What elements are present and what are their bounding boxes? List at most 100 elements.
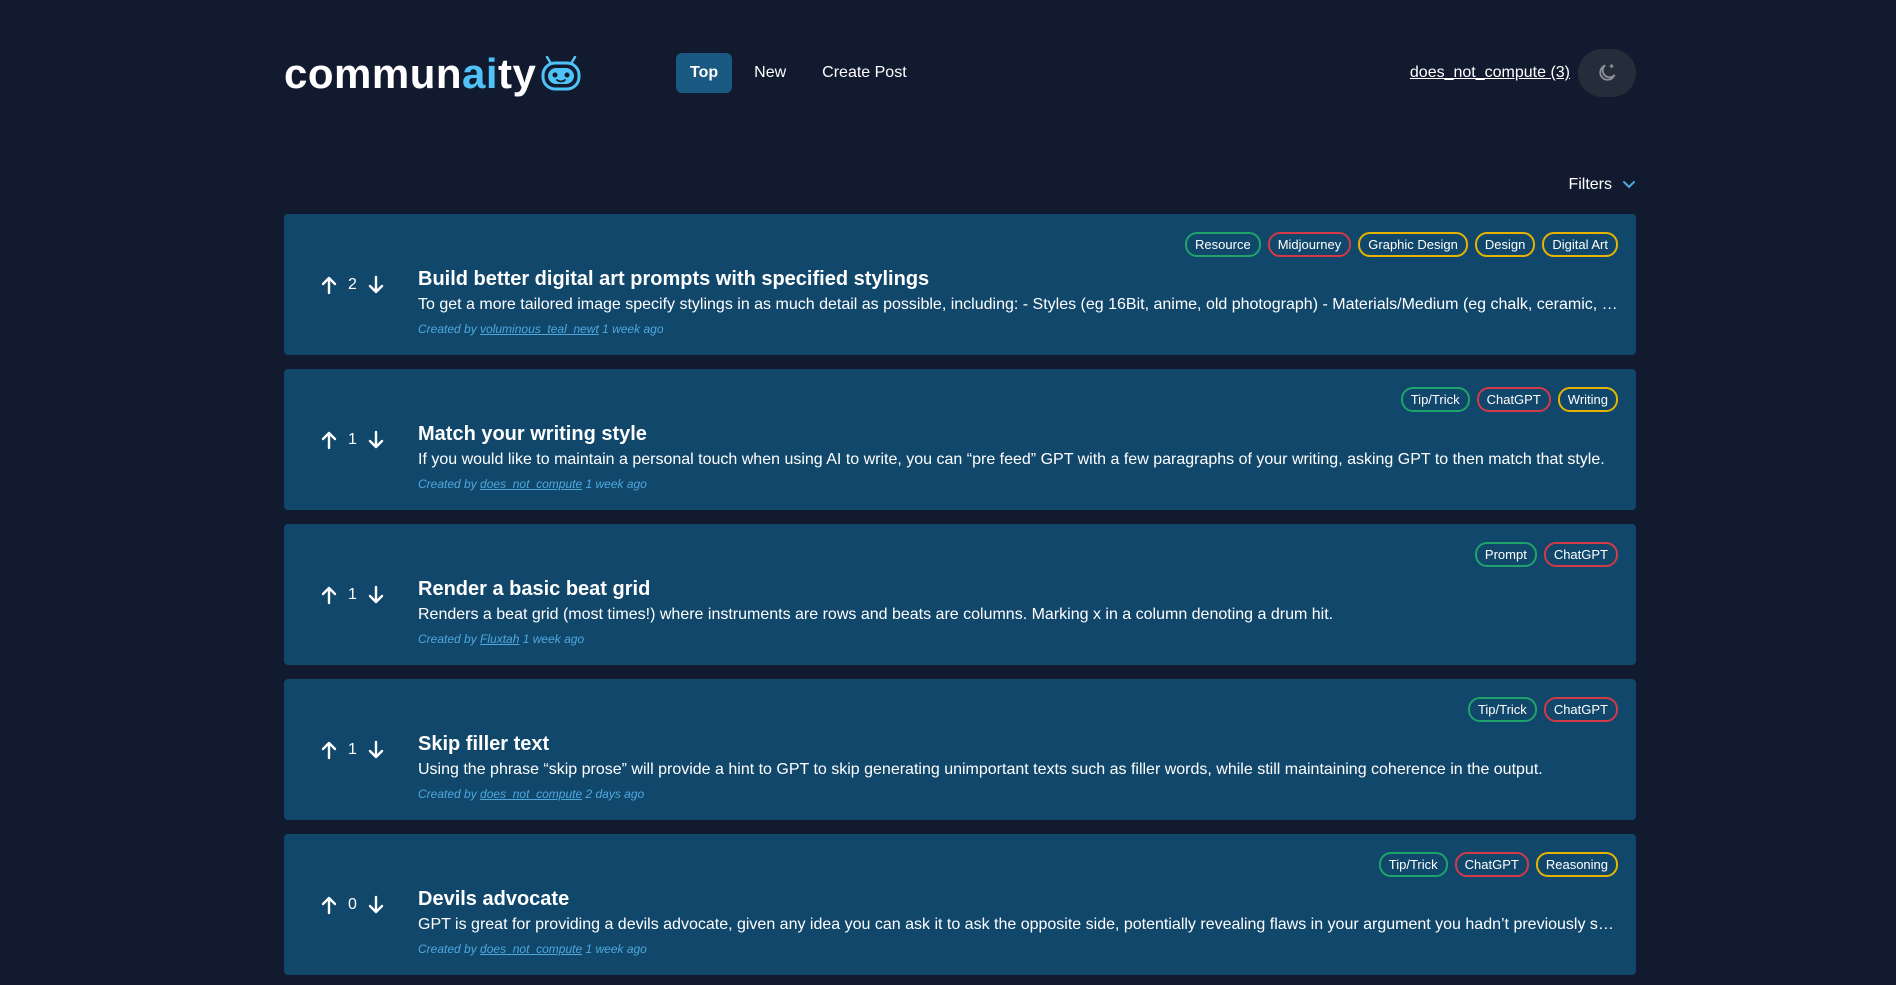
tag-badge[interactable]: Digital Art bbox=[1542, 232, 1618, 257]
tag-badge[interactable]: Reasoning bbox=[1535, 852, 1618, 877]
post-description: Using the phrase “skip prose” will provi… bbox=[418, 761, 1543, 778]
post-card[interactable]: 1 Tip/Trick ChatGPT Writing Match your wri… bbox=[284, 369, 1636, 510]
created-by-label: Created by bbox=[418, 787, 481, 801]
post-title[interactable]: Devils advocate bbox=[418, 888, 569, 911]
tag-badge[interactable]: ChatGPT bbox=[1543, 697, 1618, 722]
page: communaity Top New Create Post does_not_… bbox=[284, 0, 1636, 975]
logo-text: communaity bbox=[284, 50, 537, 97]
post-time: 1 week ago bbox=[602, 322, 664, 336]
upvote-button[interactable] bbox=[318, 273, 340, 297]
nav-create-post[interactable]: Create Post bbox=[808, 53, 920, 93]
arrow-up-icon bbox=[321, 431, 337, 449]
author-link[interactable]: does_not_compute bbox=[480, 787, 582, 801]
arrow-down-icon bbox=[368, 585, 384, 603]
post-title[interactable]: Skip filler text bbox=[418, 733, 549, 756]
upvote-button[interactable] bbox=[318, 583, 340, 607]
arrow-up-icon bbox=[321, 276, 337, 294]
post-title[interactable]: Render a basic beat grid bbox=[418, 578, 650, 601]
author-link[interactable]: does_not_compute bbox=[480, 477, 582, 491]
tag-badge[interactable]: Writing bbox=[1557, 387, 1618, 412]
tag-badge[interactable]: ChatGPT bbox=[1454, 852, 1529, 877]
filters-label: Filters bbox=[1568, 176, 1612, 193]
post-description: Renders a beat grid (most times!) where … bbox=[418, 606, 1334, 623]
main-nav: Top New Create Post bbox=[676, 53, 929, 93]
post-card[interactable]: 0 Tip/Trick ChatGPT Reasoning Devils advoc… bbox=[284, 834, 1636, 975]
tag-badge[interactable]: Graphic Design bbox=[1358, 232, 1468, 257]
arrow-down-icon bbox=[368, 430, 384, 448]
downvote-button[interactable] bbox=[365, 428, 387, 452]
arrow-up-icon bbox=[321, 896, 337, 914]
author-link[interactable]: Fluxtah bbox=[480, 632, 519, 646]
theme-toggle-button[interactable] bbox=[1578, 49, 1636, 97]
tag-list: Tip/Trick ChatGPT bbox=[1461, 697, 1618, 722]
tag-list: Tip/Trick ChatGPT Writing bbox=[1394, 387, 1618, 412]
downvote-button[interactable] bbox=[365, 273, 387, 297]
post-list: 2 Resource Midjourney Graphic Design Design… bbox=[284, 214, 1636, 985]
tag-badge[interactable]: Tip/Trick bbox=[1400, 387, 1470, 412]
header: communaity Top New Create Post does_not_… bbox=[284, 0, 1636, 150]
post-time: 1 week ago bbox=[585, 942, 647, 956]
tag-badge[interactable]: ChatGPT bbox=[1543, 542, 1618, 567]
created-by-label: Created by bbox=[418, 322, 481, 336]
post-card[interactable]: 1 Prompt ChatGPT Render a basic beat grid… bbox=[284, 524, 1636, 665]
vote-controls: 0 bbox=[318, 834, 387, 975]
tag-badge[interactable]: Midjourney bbox=[1267, 232, 1352, 257]
filters-toggle[interactable]: Filters bbox=[1568, 176, 1636, 194]
downvote-button[interactable] bbox=[365, 738, 387, 762]
post-card[interactable]: 2 Resource Midjourney Graphic Design Design… bbox=[284, 214, 1636, 355]
arrow-up-icon bbox=[321, 586, 337, 604]
vote-controls: 1 bbox=[318, 679, 387, 820]
arrow-down-icon bbox=[368, 740, 384, 758]
chevron-down-icon bbox=[1623, 181, 1635, 189]
created-by-label: Created by bbox=[418, 942, 481, 956]
nav-top[interactable]: Top bbox=[676, 53, 733, 93]
vote-controls: 1 bbox=[318, 524, 387, 665]
created-by-label: Created by bbox=[418, 477, 481, 491]
moon-icon bbox=[1599, 64, 1616, 81]
post-time: 1 week ago bbox=[585, 477, 647, 491]
post-description: If you would like to maintain a personal… bbox=[418, 451, 1605, 468]
arrow-down-icon bbox=[368, 895, 384, 913]
tag-badge[interactable]: ChatGPT bbox=[1476, 387, 1551, 412]
downvote-button[interactable] bbox=[365, 893, 387, 917]
tag-badge[interactable]: Prompt bbox=[1474, 542, 1537, 567]
post-meta: Created by does_not_compute 2 days ago bbox=[418, 787, 644, 801]
post-meta: Created by does_not_compute 1 week ago bbox=[418, 942, 647, 956]
created-by-label: Created by bbox=[418, 632, 481, 646]
user-profile-link[interactable]: does_not_compute (3) bbox=[1410, 64, 1570, 82]
post-meta: Created by Fluxtah 1 week ago bbox=[418, 632, 584, 646]
tag-list: Resource Midjourney Graphic Design Design Di… bbox=[1178, 232, 1618, 257]
tag-badge[interactable]: Resource bbox=[1185, 232, 1261, 257]
tag-list: Prompt ChatGPT bbox=[1468, 542, 1618, 567]
vote-count: 1 bbox=[348, 585, 357, 603]
post-time: 1 week ago bbox=[522, 632, 585, 646]
post-description: GPT is great for providing a devils advo… bbox=[418, 916, 1620, 933]
logo[interactable]: communaity bbox=[284, 50, 582, 98]
vote-count: 0 bbox=[348, 895, 357, 913]
post-meta: Created by voluminous_teal_newt 1 week a… bbox=[418, 322, 664, 336]
tag-badge[interactable]: Design bbox=[1474, 232, 1536, 257]
arrow-up-icon bbox=[321, 741, 337, 759]
robot-icon bbox=[541, 56, 581, 91]
post-title[interactable]: Match your writing style bbox=[418, 423, 647, 446]
post-time: 2 days ago bbox=[585, 787, 645, 801]
post-description: To get a more tailored image specify sty… bbox=[418, 296, 1620, 313]
tag-badge[interactable]: Tip/Trick bbox=[1467, 697, 1537, 722]
tag-badge[interactable]: Tip/Trick bbox=[1378, 852, 1448, 877]
upvote-button[interactable] bbox=[318, 738, 340, 762]
arrow-down-icon bbox=[368, 275, 384, 293]
tag-list: Tip/Trick ChatGPT Reasoning bbox=[1372, 852, 1618, 877]
vote-controls: 2 bbox=[318, 214, 387, 355]
vote-count: 2 bbox=[348, 275, 357, 293]
vote-controls: 1 bbox=[318, 369, 387, 510]
post-title[interactable]: Build better digital art prompts with sp… bbox=[418, 268, 929, 291]
author-link[interactable]: does_not_compute bbox=[480, 942, 582, 956]
upvote-button[interactable] bbox=[318, 893, 340, 917]
post-card[interactable]: 1 Tip/Trick ChatGPT Skip filler text Usin… bbox=[284, 679, 1636, 820]
downvote-button[interactable] bbox=[365, 583, 387, 607]
upvote-button[interactable] bbox=[318, 428, 340, 452]
nav-new[interactable]: New bbox=[740, 53, 800, 93]
post-meta: Created by does_not_compute 1 week ago bbox=[418, 477, 647, 491]
vote-count: 1 bbox=[348, 740, 357, 758]
author-link[interactable]: voluminous_teal_newt bbox=[480, 322, 599, 336]
